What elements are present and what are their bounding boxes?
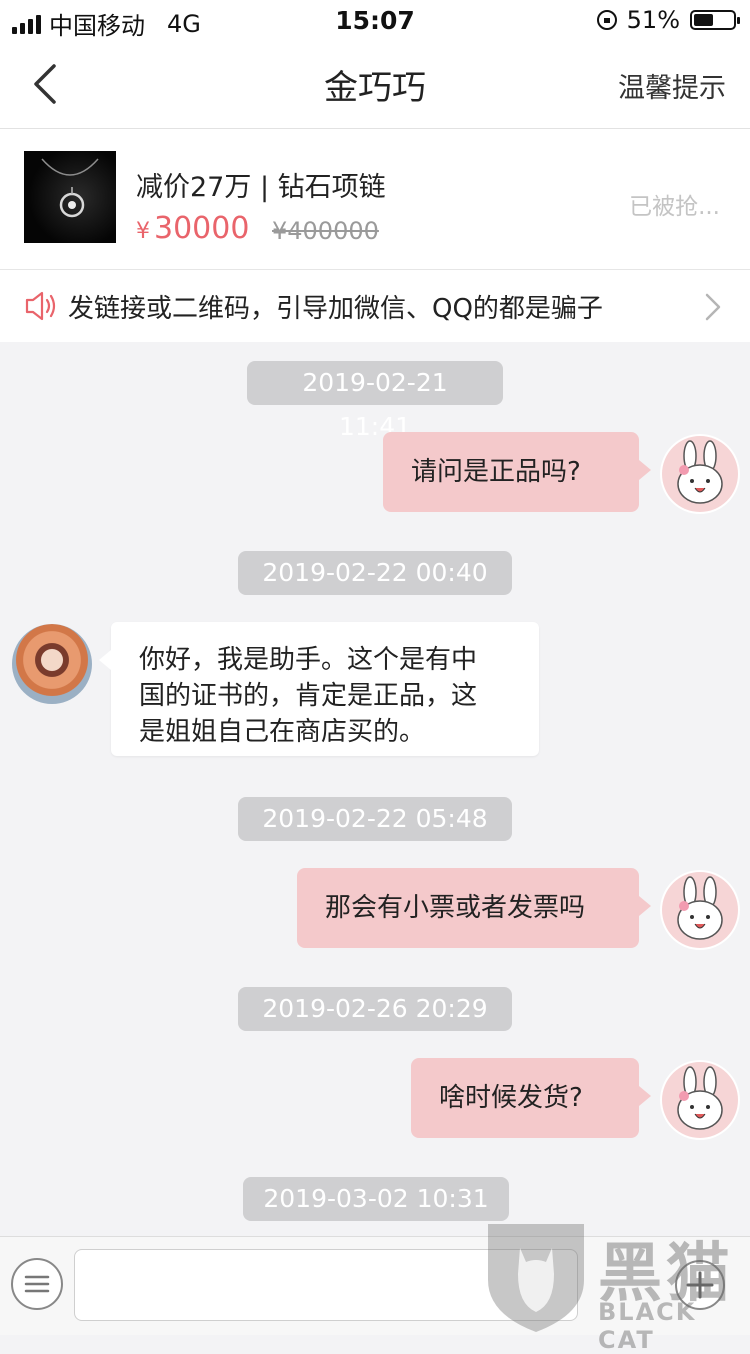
message-line: 是姐姐自己在商店买的。	[139, 717, 426, 747]
battery-fill	[694, 14, 714, 26]
fraud-warning-bar[interactable]: 发链接或二维码，引导加微信、QQ的都是骗子	[0, 270, 750, 342]
sent-message-bubble[interactable]: 那会有小票或者发票吗	[297, 868, 651, 948]
speaker-icon	[25, 291, 56, 321]
plus-icon[interactable]	[674, 1259, 726, 1311]
necklace-icon	[41, 158, 99, 218]
message-line: 国的证书的，肯定是正品，这	[139, 681, 478, 711]
orientation-lock-icon	[596, 10, 617, 30]
bunny-icon	[677, 440, 723, 504]
product-card[interactable]: 减价27万 | 钻石项链 ¥30000 ¥400000 已被抢...	[0, 129, 750, 270]
contact-avatar[interactable]	[12, 624, 92, 704]
user-avatar[interactable]	[662, 1062, 738, 1138]
original-price: ¥400000	[272, 217, 379, 245]
timestamp: 2019-02-22 00:40	[238, 551, 512, 595]
message-input[interactable]	[74, 1249, 578, 1321]
currency-symbol: ¥	[136, 219, 150, 244]
message-line: 你好，我是助手。这个是有中	[139, 645, 478, 675]
status-bar: 中国移动 4G 15:07 51%	[0, 0, 750, 40]
warning-text: 发链接或二维码，引导加微信、QQ的都是骗子	[68, 294, 603, 324]
sent-message-bubble[interactable]: 啥时候发货?	[411, 1058, 651, 1138]
timestamp: 2019-03-02 10:31	[243, 1177, 509, 1221]
sent-message-bubble[interactable]: 请问是正品吗?	[383, 432, 651, 512]
product-name: 减价27万 | 钻石项链	[136, 172, 386, 203]
timestamp: 2019-02-21 11:41	[247, 361, 503, 441]
product-image	[24, 151, 116, 243]
tips-button[interactable]: 温馨提示	[618, 66, 726, 105]
bunny-icon	[677, 1066, 723, 1130]
menu-icon[interactable]	[10, 1257, 64, 1311]
status-right: 51%	[596, 6, 740, 34]
battery-percent: 51%	[626, 6, 680, 34]
user-avatar[interactable]	[662, 436, 738, 512]
battery-icon	[690, 10, 740, 30]
bunny-icon	[677, 876, 723, 940]
nav-bar: 金巧巧 温馨提示	[0, 40, 750, 129]
user-avatar[interactable]	[662, 872, 738, 948]
product-price: ¥30000	[136, 211, 249, 246]
timestamp: 2019-02-26 20:29	[238, 987, 512, 1031]
timestamp: 2019-02-22 05:48	[238, 797, 512, 841]
product-status: 已被抢...	[629, 194, 720, 220]
received-message-bubble[interactable]: 你好，我是助手。这个是有中 国的证书的，肯定是正品，这 是姐姐自己在商店买的。	[99, 622, 539, 756]
price-value: 30000	[154, 211, 250, 246]
chevron-right-icon	[705, 293, 721, 321]
message-input-bar	[0, 1236, 750, 1335]
